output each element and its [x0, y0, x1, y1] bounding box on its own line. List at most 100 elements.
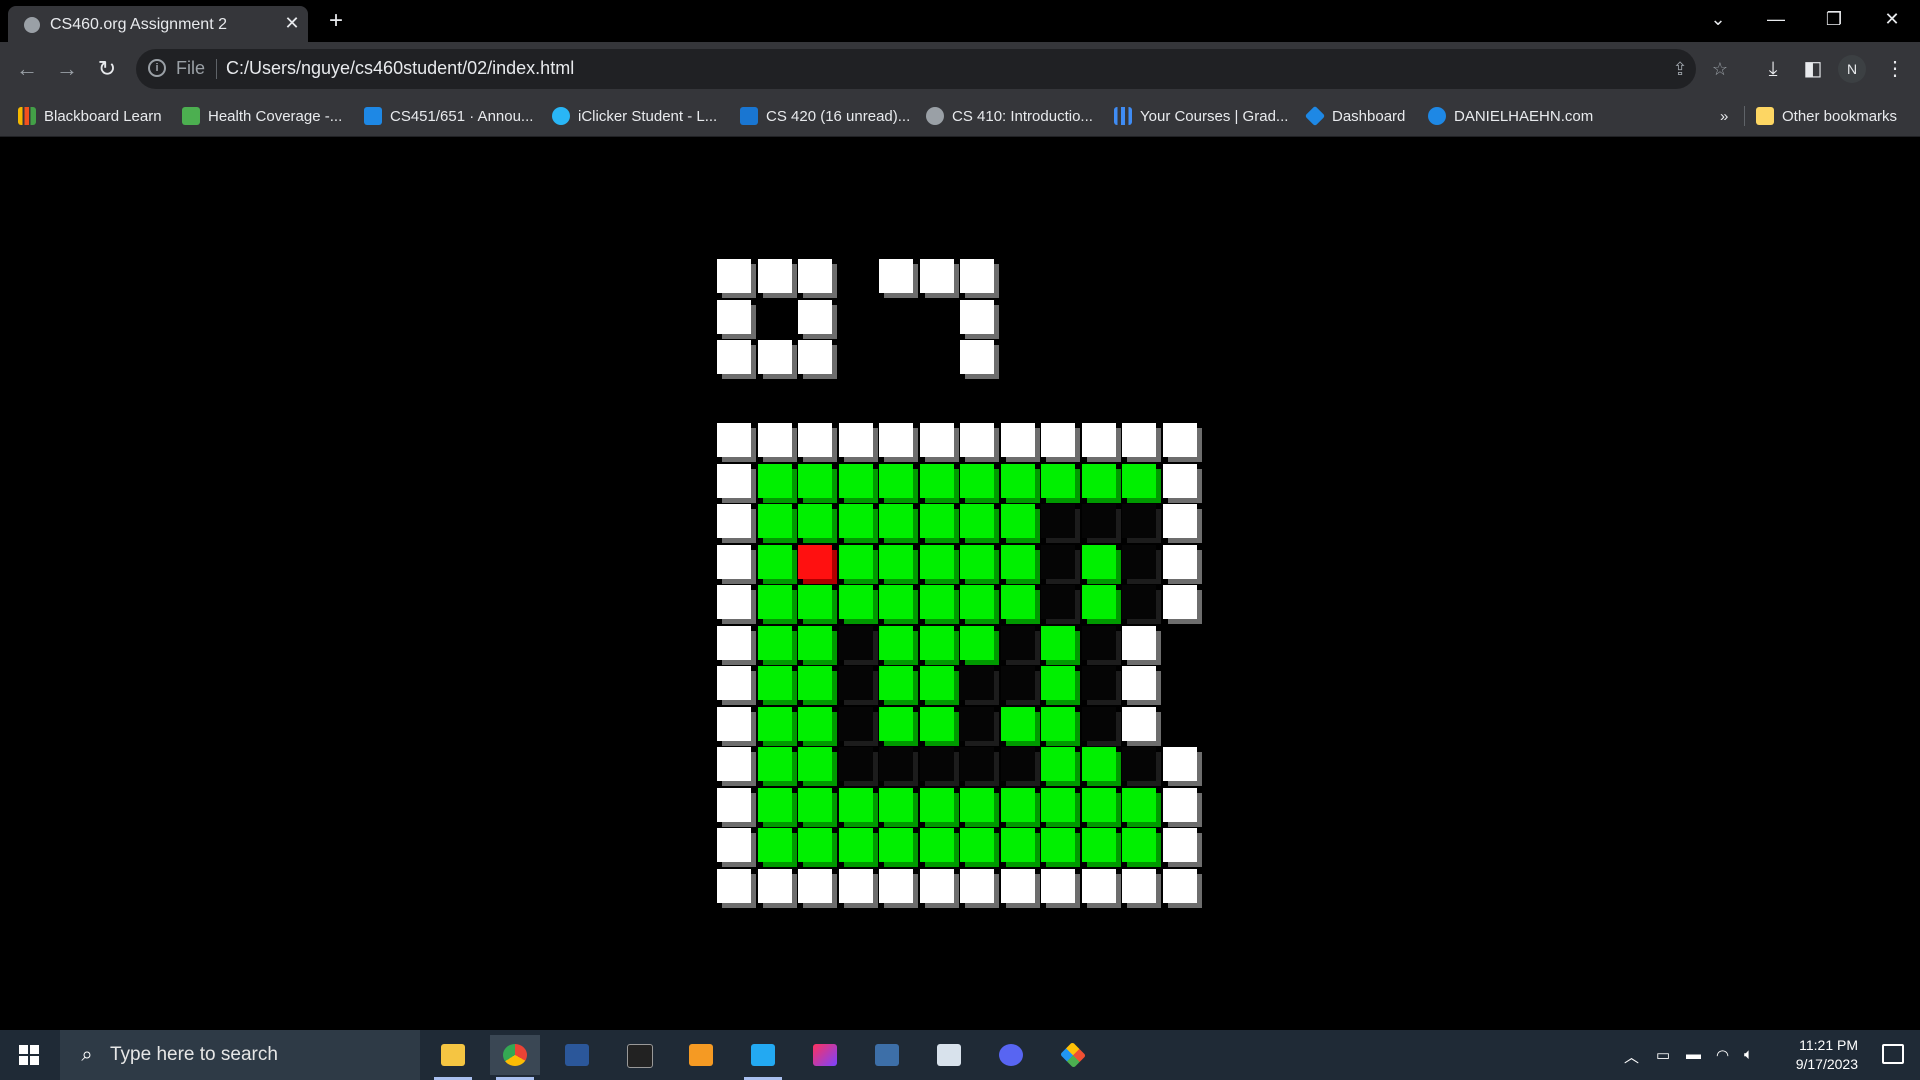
notification-icon[interactable] [1882, 1044, 1904, 1064]
system-clock[interactable]: 11:21 PM 9/17/2023 [1796, 1036, 1858, 1074]
bookmark-danielhaehn[interactable]: DANIELHAEHN.com [1428, 104, 1593, 128]
virtualbox-app[interactable] [924, 1035, 974, 1075]
grid-cube [1001, 869, 1035, 903]
grid-cube [920, 504, 954, 538]
chrome-app[interactable] [490, 1035, 540, 1080]
share-icon[interactable]: ⇪ [1668, 57, 1692, 81]
bookmark-your-courses[interactable]: Your Courses | Grad... [1114, 104, 1288, 128]
active-tab[interactable]: CS460.org Assignment 2 ✕ [8, 6, 308, 42]
grid-cube [1122, 788, 1156, 822]
grid-cube [960, 585, 994, 619]
grid-cube [1041, 788, 1075, 822]
grid-cube [839, 828, 873, 862]
start-button[interactable] [0, 1030, 58, 1080]
iclicker-icon [552, 107, 570, 125]
terminal-app[interactable] [614, 1035, 664, 1075]
bookmarks-overflow-button[interactable]: » [1720, 104, 1728, 128]
bookmarks-divider [1744, 106, 1745, 126]
vscode-app[interactable] [738, 1035, 788, 1080]
new-tab-button[interactable]: + [322, 8, 350, 36]
grid-cube [1082, 504, 1116, 538]
bookmark-blackboard[interactable]: Blackboard Learn [18, 104, 162, 128]
grid-cube [920, 707, 954, 741]
grid-cube [879, 707, 913, 741]
grid-cube [960, 545, 994, 579]
grid-cube [1163, 585, 1197, 619]
grid-cube [758, 423, 792, 457]
forward-icon[interactable]: → [50, 52, 84, 86]
grid-cube [920, 423, 954, 457]
grid-cube [1041, 666, 1075, 700]
reload-icon[interactable]: ↻ [90, 52, 124, 86]
url-text[interactable]: C:/Users/nguye/cs460student/02/index.htm… [226, 58, 574, 79]
grid-cube [1082, 666, 1116, 700]
other-bookmarks-label: Other bookmarks [1782, 107, 1898, 125]
volume-icon[interactable]: 🔈︎ [1744, 1046, 1753, 1063]
restore-button[interactable]: ❐ [1812, 4, 1856, 34]
grid-cube [758, 828, 792, 862]
bookmark-label: CS 420 (16 unread)... [766, 107, 911, 125]
address-bar[interactable]: i File C:/Users/nguye/cs460student/02/in… [136, 49, 1728, 89]
menu-icon[interactable]: ⋮ [1880, 54, 1910, 84]
grid-cube [1163, 828, 1197, 862]
grid-cube [798, 666, 832, 700]
minimize-button[interactable]: — [1754, 4, 1798, 34]
tab-search-icon[interactable]: ⌄ [1696, 4, 1740, 34]
vscode-icon [751, 1044, 775, 1066]
grid-cube [960, 788, 994, 822]
intellij-app[interactable] [800, 1035, 850, 1075]
git-app[interactable] [1048, 1035, 1098, 1075]
discord-app[interactable] [986, 1035, 1036, 1075]
grid-cube [717, 545, 751, 579]
bar-chart-icon [1114, 107, 1132, 125]
grid-cube [1041, 707, 1075, 741]
chevron-up-icon[interactable]: ︿ [1624, 1046, 1639, 1067]
side-panel-icon[interactable]: ◧ [1798, 54, 1828, 84]
star-icon[interactable]: ☆ [1708, 57, 1732, 81]
bookmark-cs420[interactable]: CS 420 (16 unread)... [740, 104, 910, 128]
bookmark-iclicker[interactable]: iClicker Student - L... [552, 104, 717, 128]
bookmark-dashboard[interactable]: Dashboard [1304, 104, 1405, 128]
profile-avatar[interactable]: N [1838, 55, 1866, 83]
search-icon: ⌕ [81, 1044, 93, 1066]
grid-cube [1122, 666, 1156, 700]
grid-cube [879, 869, 913, 903]
header-art-cube [960, 259, 994, 293]
meet-now-icon[interactable]: ▭ [1656, 1046, 1670, 1064]
grid-cube [920, 828, 954, 862]
battery-icon[interactable]: ▬ [1686, 1046, 1701, 1063]
grid-cube [1122, 545, 1156, 579]
tab-title: CS460.org Assignment 2 [50, 16, 227, 33]
close-window-button[interactable]: ✕ [1870, 4, 1914, 34]
chrome-icon [503, 1044, 527, 1066]
grid-cube [1041, 585, 1075, 619]
bookmarks-bar: Blackboard Learn Health Coverage -... CS… [0, 96, 1920, 137]
header-art-cube [798, 259, 832, 293]
close-tab-icon[interactable]: ✕ [282, 13, 302, 33]
bookmark-label: Blackboard Learn [44, 107, 162, 125]
back-icon[interactable]: ← [10, 52, 44, 86]
header-art-cube [798, 300, 832, 334]
remote-desktop-app[interactable] [676, 1035, 726, 1075]
download-icon[interactable]: ⤓ [1758, 54, 1788, 84]
grid-cube [758, 626, 792, 660]
grid-cube [879, 545, 913, 579]
taskbar-search[interactable]: ⌕ Type here to search [60, 1030, 420, 1080]
omnibox-divider [216, 59, 217, 79]
header-art-cube [758, 259, 792, 293]
wifi-icon[interactable]: ◠ [1716, 1046, 1729, 1064]
info-icon[interactable]: i [148, 59, 166, 77]
grid-cube [1041, 747, 1075, 781]
bookmark-health-coverage[interactable]: Health Coverage -... [182, 104, 342, 128]
grid-cube [1041, 869, 1075, 903]
grid-cube [1041, 545, 1075, 579]
grid-cube [1082, 828, 1116, 862]
other-bookmarks[interactable]: Other bookmarks [1756, 104, 1897, 128]
file-explorer-app[interactable] [428, 1035, 478, 1080]
bookmark-cs451[interactable]: CS451/651 · Annou... [364, 104, 533, 128]
bookmark-cs410[interactable]: CS 410: Introductio... [926, 104, 1093, 128]
grid-cube [1163, 464, 1197, 498]
word-app[interactable] [552, 1035, 602, 1075]
db-app[interactable] [862, 1035, 912, 1075]
grid-cube [1122, 464, 1156, 498]
